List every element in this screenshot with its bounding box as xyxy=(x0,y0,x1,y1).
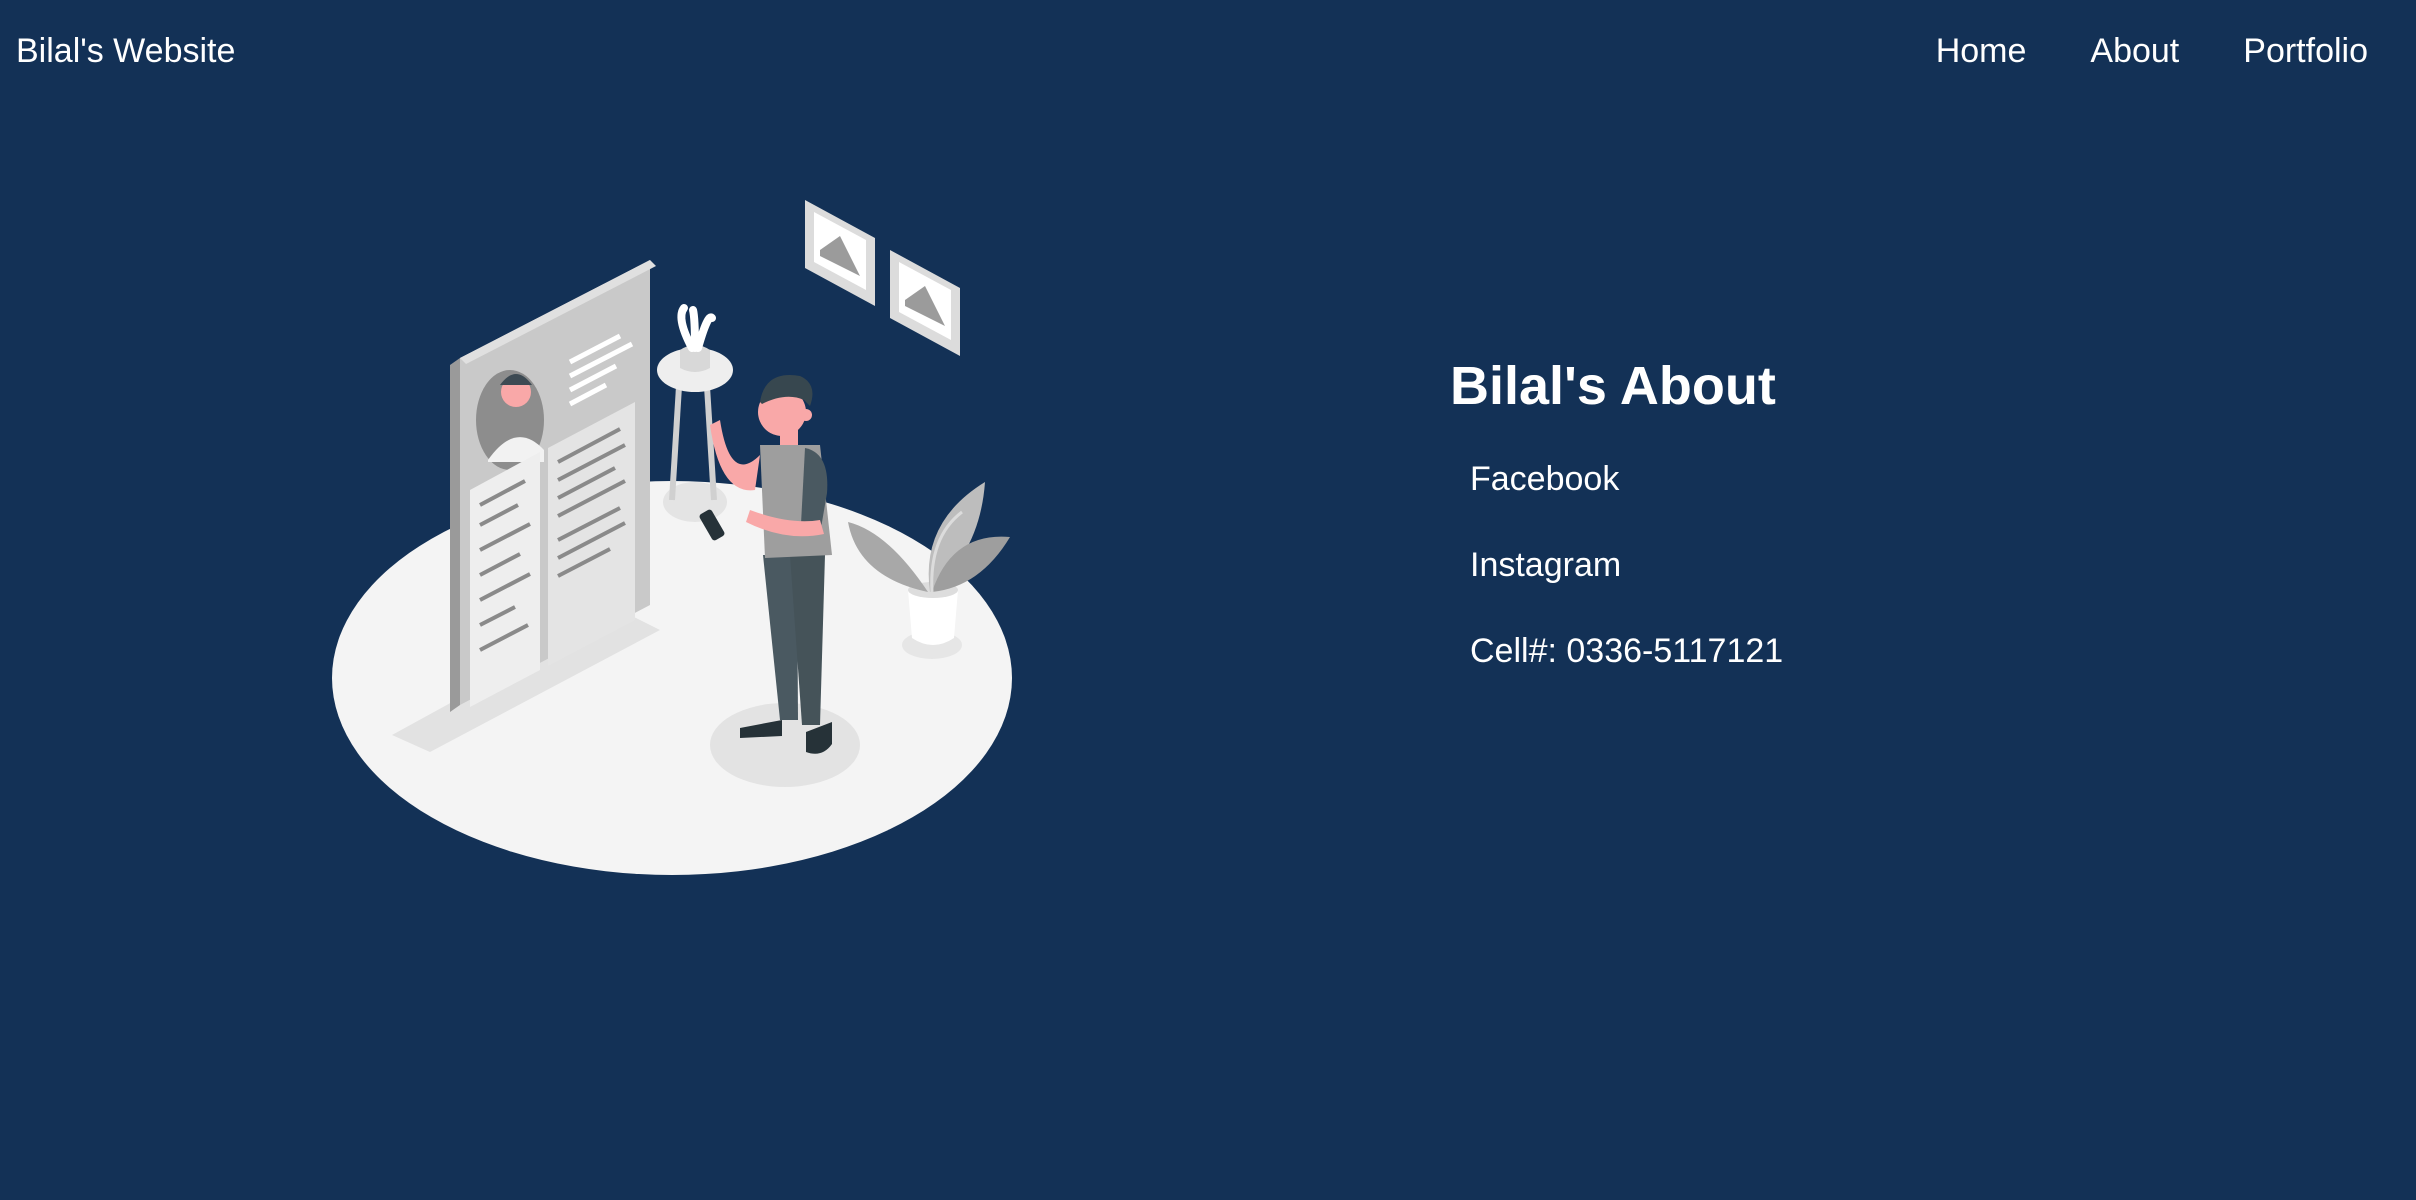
contact-phone: Cell#: 0336-5117121 xyxy=(1470,632,1784,670)
nav-portfolio[interactable]: Portfolio xyxy=(2243,26,2368,76)
nav-about[interactable]: About xyxy=(2090,26,2179,76)
instagram-link[interactable]: Instagram xyxy=(1470,546,1621,584)
about-list: Facebook Instagram Cell#: 0336-5117121 xyxy=(1470,456,1783,674)
main-nav: Home About Portfolio xyxy=(1936,26,2368,76)
about-title: Bilal's About xyxy=(1450,356,1776,416)
about-item-facebook: Facebook xyxy=(1470,456,1783,502)
about-section: Bilal's About Facebook Instagram Cell#: … xyxy=(1450,350,1783,714)
nav-home[interactable]: Home xyxy=(1936,26,2027,76)
about-item-instagram: Instagram xyxy=(1470,542,1783,588)
resume-person-illustration-icon xyxy=(320,180,1040,900)
facebook-link[interactable]: Facebook xyxy=(1470,460,1619,498)
site-brand[interactable]: Bilal's Website xyxy=(16,26,235,76)
